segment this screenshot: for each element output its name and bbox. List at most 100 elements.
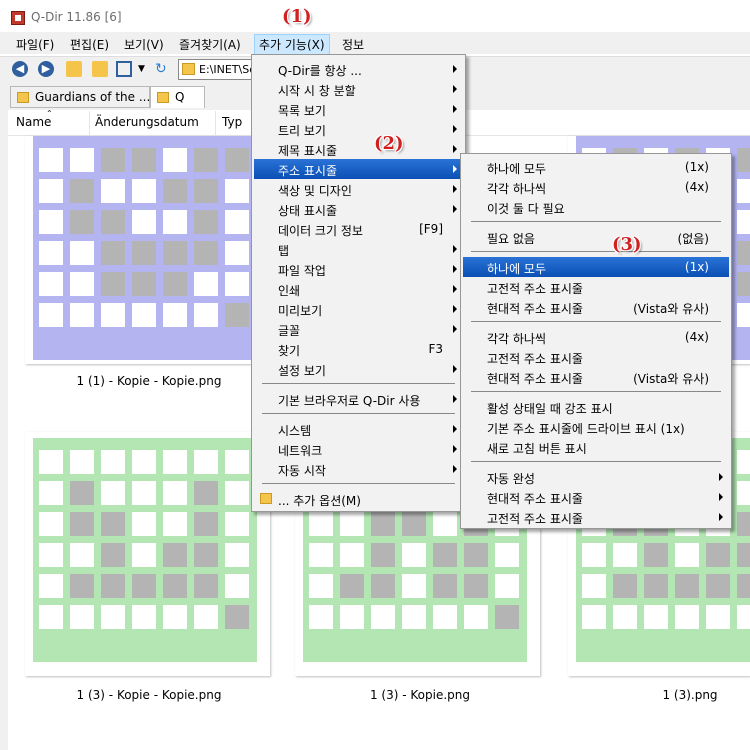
thumbnail-cell: [132, 241, 156, 265]
extras-menu-item[interactable]: 자동 시작: [254, 459, 463, 479]
file-thumbnail[interactable]: [25, 432, 270, 676]
file-name[interactable]: 1 (3) - Kopie - Kopie.png: [39, 688, 259, 702]
column-divider[interactable]: [215, 111, 216, 135]
folder-icon: [157, 92, 169, 103]
back-arrow-icon[interactable]: ◀: [12, 61, 28, 77]
menu-info[interactable]: 정보: [338, 35, 368, 54]
view-mode-icon[interactable]: [116, 61, 132, 77]
menu-item-shortcut: (Vista와 유사): [633, 372, 709, 386]
thumbnail-cell: [39, 148, 63, 172]
menu-extras[interactable]: 추가 기능(X): [254, 34, 330, 55]
thumbnail-cell: [737, 241, 750, 265]
extras-menu-item[interactable]: 제목 표시줄: [254, 139, 463, 159]
extras-menu-item[interactable]: 파일 작업: [254, 259, 463, 279]
extras-menu-item[interactable]: 탭: [254, 239, 463, 259]
extras-menu-item[interactable]: 목록 보기: [254, 99, 463, 119]
address-menu-item[interactable]: 새로 고침 버튼 표시: [463, 437, 729, 457]
thumbnail-cell: [163, 450, 187, 474]
address-menu-item[interactable]: 하나에 모두 (1x): [463, 257, 729, 277]
extras-menu-item[interactable]: 기본 브라우저로 Q-Dir 사용: [254, 389, 463, 409]
menu-item-label: 고전적 주소 표시줄: [487, 282, 583, 296]
submenu-arrow-icon: [453, 325, 457, 333]
address-menu-item[interactable]: 각각 하나씩 (4x): [463, 177, 729, 197]
thumbnail-cell: [194, 512, 218, 536]
submenu-arrow-icon: [453, 85, 457, 93]
file-name[interactable]: 1 (3).png: [580, 688, 750, 702]
file-thumbnail[interactable]: [25, 136, 270, 364]
extras-menu-item[interactable]: 데이터 크기 정보 [F9]: [254, 219, 463, 239]
menu-item-label: 각각 하나씩: [487, 332, 547, 346]
address-menu-item[interactable]: 고전적 주소 표시줄: [463, 277, 729, 297]
new-folder-icon[interactable]: [92, 61, 108, 77]
submenu-arrow-icon: [453, 145, 457, 153]
extras-menu-item[interactable]: Q-Dir를 항상 ...: [254, 59, 463, 79]
menu-item-label: 이것 둘 다 필요: [487, 202, 565, 216]
menu-view[interactable]: 보기(V): [120, 35, 168, 54]
file-name[interactable]: 1 (3) - Kopie.png: [310, 688, 530, 702]
extras-menu-item[interactable]: 색상 및 디자인: [254, 179, 463, 199]
folder-icon: [260, 493, 272, 504]
column-modified[interactable]: Änderungsdatum: [95, 115, 199, 129]
forward-arrow-icon[interactable]: ▶: [38, 61, 54, 77]
address-menu-item[interactable]: 현대적 주소 표시줄: [463, 487, 729, 507]
thumbnail-cell: [101, 303, 125, 327]
thumbnail-cell: [402, 574, 426, 598]
address-menu-item[interactable]: 기본 주소 표시줄에 드라이브 표시 (1x): [463, 417, 729, 437]
extras-menu-item[interactable]: 인쇄: [254, 279, 463, 299]
submenu-arrow-icon: [453, 185, 457, 193]
refresh-icon[interactable]: ↻: [155, 61, 171, 77]
extras-menu-item[interactable]: ... 추가 옵션(M): [254, 489, 463, 509]
menu-favorites[interactable]: 즐겨찾기(A): [175, 35, 245, 54]
column-type[interactable]: Typ: [222, 115, 242, 129]
tab-guardians[interactable]: Guardians of the ...: [10, 86, 150, 108]
extras-menu-item[interactable]: 찾기 F3: [254, 339, 463, 359]
extras-menu-item[interactable]: 시스템: [254, 419, 463, 439]
thumbnail-cell: [433, 574, 457, 598]
extras-menu-item[interactable]: 주소 표시줄: [254, 159, 463, 179]
address-menu-item[interactable]: 필요 없음 (없음): [463, 227, 729, 247]
thumbnail-cell: [163, 481, 187, 505]
address-menu-item[interactable]: 각각 하나씩 (4x): [463, 327, 729, 347]
thumbnail-cell: [737, 543, 750, 567]
thumbnail-cell: [613, 605, 637, 629]
thumbnail-cell: [225, 605, 249, 629]
up-folder-icon[interactable]: [66, 61, 82, 77]
menu-item-label: 기본 브라우저로 Q-Dir 사용: [278, 394, 421, 408]
address-menu-item[interactable]: 현대적 주소 표시줄 (Vista와 유사): [463, 297, 729, 317]
extras-menu-item[interactable]: 상태 표시줄: [254, 199, 463, 219]
thumbnail-cell: [340, 512, 364, 536]
thumbnail-cell: [737, 179, 750, 203]
address-menu-item[interactable]: 활성 상태일 때 강조 표시: [463, 397, 729, 417]
address-menu-item[interactable]: 이것 둘 다 필요: [463, 197, 729, 217]
column-divider[interactable]: [89, 111, 90, 135]
annotation-2: (2): [374, 133, 404, 154]
extras-menu-item[interactable]: 트리 보기: [254, 119, 463, 139]
address-menu-item[interactable]: 현대적 주소 표시줄 (Vista와 유사): [463, 367, 729, 387]
menu-file[interactable]: 파일(F): [12, 35, 58, 54]
tab-q[interactable]: Q: [150, 86, 205, 108]
menu-item-label: 각각 하나씩: [487, 182, 547, 196]
extras-menu-item[interactable]: 글꼴: [254, 319, 463, 339]
address-menu-item[interactable]: 고전적 주소 표시줄: [463, 507, 729, 527]
thumbnail-cell: [644, 543, 668, 567]
thumbnail-cell: [433, 543, 457, 567]
address-bar-submenu: 하나에 모두 (1x) 각각 하나씩 (4x) 이것 둘 다 필요 필요 없음 (없음) 하나…: [460, 153, 732, 529]
menu-item-label: 글꼴: [278, 324, 301, 338]
menu-bar: 파일(F) 편집(E) 보기(V) 즐겨찾기(A) 추가 기능(X) 정보: [0, 32, 750, 55]
address-menu-item[interactable]: 자동 완성: [463, 467, 729, 487]
thumbnail-cell: [675, 574, 699, 598]
thumbnail-cell: [309, 574, 333, 598]
menu-edit[interactable]: 편집(E): [66, 35, 113, 54]
address-menu-item[interactable]: 하나에 모두 (1x): [463, 157, 729, 177]
thumbnail-cell: [39, 303, 63, 327]
extras-menu-item[interactable]: 시작 시 창 분할: [254, 79, 463, 99]
extras-menu-item[interactable]: 미리보기: [254, 299, 463, 319]
extras-menu-item[interactable]: 설정 보기: [254, 359, 463, 379]
file-name[interactable]: 1 (1) - Kopie - Kopie.png: [39, 374, 259, 388]
extras-menu-item[interactable]: 네트워크: [254, 439, 463, 459]
thumbnail-image: [33, 136, 257, 360]
sort-ascending-icon: ⌃: [46, 109, 53, 118]
address-menu-item[interactable]: 고전적 주소 표시줄: [463, 347, 729, 367]
chevron-down-icon[interactable]: ▼: [138, 61, 154, 77]
thumbnail-cell: [582, 605, 606, 629]
